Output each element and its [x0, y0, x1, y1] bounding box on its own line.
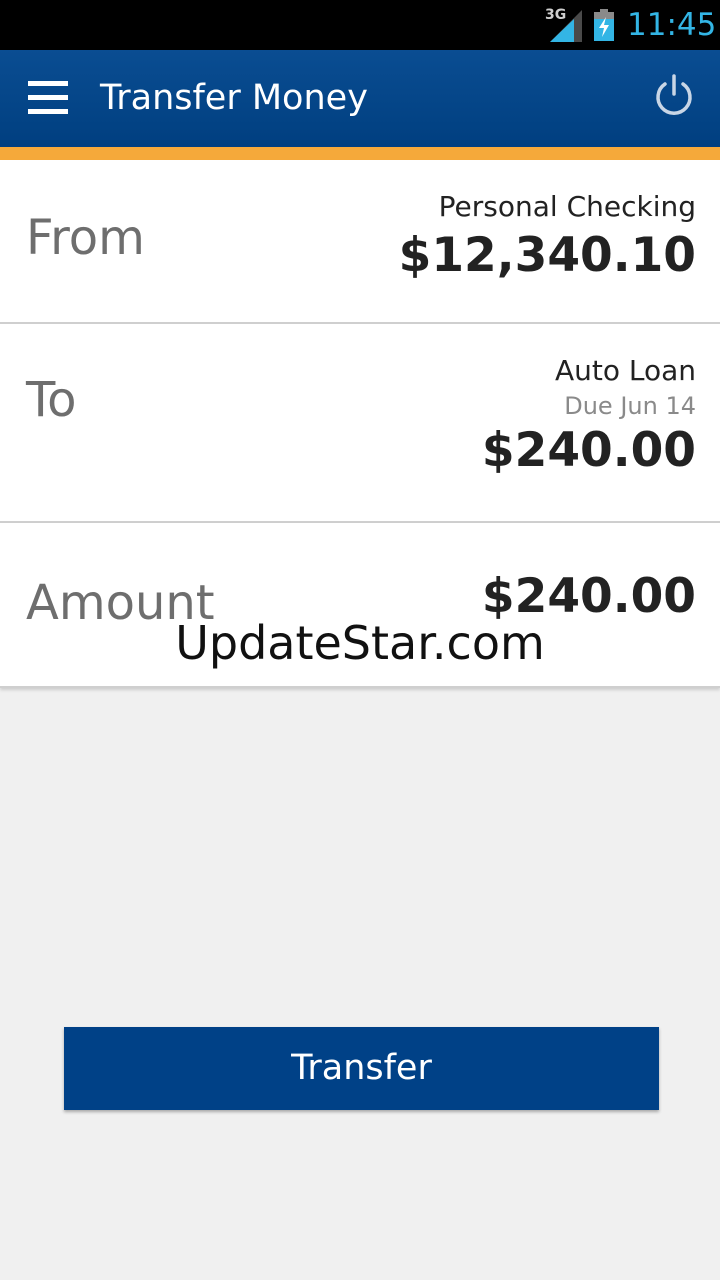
watermark-text: UpdateStar.com — [175, 616, 545, 670]
app-bar-accent-strip — [0, 147, 720, 160]
to-account-amount: $240.00 — [481, 423, 696, 478]
transfer-money-screen: 3G 11:45 Transfer Money From Personal Ch… — [0, 0, 720, 1280]
to-account-row[interactable]: To Auto Loan Due Jun 14 $240.00 — [0, 324, 720, 523]
to-account-details: Auto Loan Due Jun 14 $240.00 — [482, 354, 696, 479]
page-title: Transfer Money — [100, 78, 368, 118]
status-clock: 11:45 — [627, 7, 717, 43]
to-account-name: Auto Loan — [554, 354, 696, 387]
power-icon[interactable] — [650, 72, 698, 120]
from-label: From — [26, 210, 145, 266]
to-account-due-date: Due Jun 14 — [564, 392, 696, 420]
from-account-row[interactable]: From Personal Checking $12,340.10 — [0, 160, 720, 324]
transfer-button[interactable]: Transfer — [64, 1027, 659, 1110]
from-account-details: Personal Checking $12,340.10 — [399, 190, 696, 284]
from-account-name: Personal Checking — [438, 190, 696, 223]
menu-icon[interactable] — [28, 81, 68, 115]
status-bar: 3G 11:45 — [0, 0, 720, 50]
signal-icon — [550, 10, 582, 42]
from-account-balance: $12,340.10 — [398, 228, 696, 283]
to-label: To — [26, 372, 77, 428]
battery-charging-icon — [594, 9, 614, 41]
